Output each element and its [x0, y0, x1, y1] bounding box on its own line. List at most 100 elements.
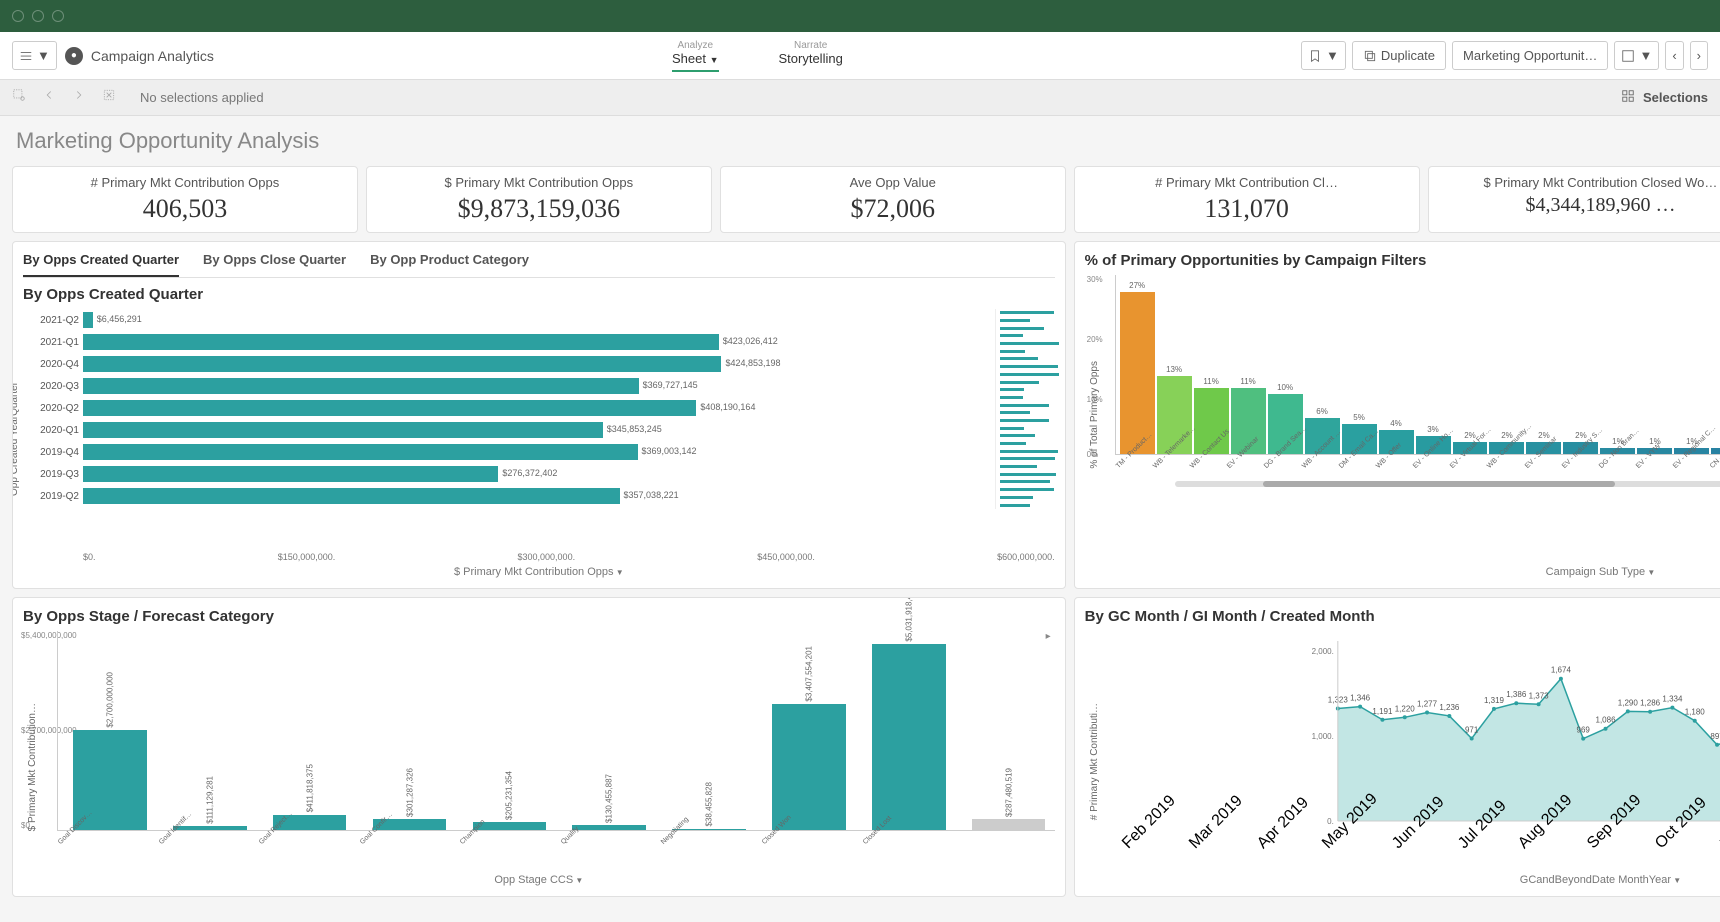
- selections-button[interactable]: Selections: [1643, 90, 1708, 105]
- sheet-icon-button[interactable]: ▼: [1614, 41, 1659, 70]
- selections-back-icon[interactable]: [42, 88, 62, 108]
- kpi-label: Ave Opp Value: [733, 175, 1053, 190]
- window-close-dot[interactable]: [12, 10, 24, 22]
- chart-tab[interactable]: By Opp Product Category: [370, 252, 529, 277]
- vbar-category: EV - Seminar: [1524, 457, 1541, 474]
- stage-bar[interactable]: $5,031,918,454: [872, 644, 945, 830]
- stage-value: $411,818,375: [303, 762, 316, 814]
- next-button[interactable]: ›: [1690, 41, 1708, 70]
- smart-search-icon[interactable]: [12, 88, 32, 108]
- tab-storytelling[interactable]: Narrate Storytelling: [779, 40, 843, 72]
- page-title: Marketing Opportunity Analysis: [0, 116, 1720, 166]
- prev-button[interactable]: ‹: [1665, 41, 1683, 70]
- vbar-value: 6%: [1316, 407, 1328, 416]
- window-max-dot[interactable]: [52, 10, 64, 22]
- chart-by-opps-created-quarter[interactable]: By Opps Created Quarter By Opps Close Qua…: [12, 241, 1066, 589]
- chart2-xlabel[interactable]: Campaign Sub Type: [1085, 562, 1720, 578]
- vbar-category: WB - Telemarke…: [1152, 457, 1169, 474]
- stage-bar[interactable]: $111,129,281: [173, 826, 246, 830]
- hbar[interactable]: [83, 444, 638, 460]
- svg-text:2,000.: 2,000.: [1311, 647, 1333, 656]
- tab-sheet[interactable]: Analyze Sheet ▼: [672, 40, 719, 72]
- chart-tab[interactable]: By Opps Close Quarter: [203, 252, 346, 277]
- chart1-title: By Opps Created Quarter: [23, 286, 1055, 303]
- svg-text:1,373: 1,373: [1528, 691, 1549, 700]
- hbar-category: 2021-Q1: [23, 337, 83, 348]
- vbar-value: 2%: [1575, 431, 1587, 440]
- kpi-card[interactable]: # Primary Mkt Contribution Opps406,503: [12, 166, 358, 233]
- vbar-category: EV - Online Ho…: [1412, 457, 1429, 474]
- hbar[interactable]: [83, 312, 93, 328]
- selections-text: No selections applied: [140, 90, 1621, 105]
- vbar-value: 2%: [1538, 431, 1550, 440]
- vbar[interactable]: [1120, 292, 1155, 454]
- chart-pct-campaign[interactable]: % of Primary Opportunities by Campaign F…: [1074, 241, 1720, 589]
- window-min-dot[interactable]: [32, 10, 44, 22]
- stage-bar[interactable]: $287,480,519: [972, 819, 1045, 830]
- vbar-category: EV - Regional C…: [1672, 457, 1689, 474]
- hbar-value: $423,026,412: [723, 336, 778, 346]
- hbar[interactable]: [83, 400, 696, 416]
- hbar[interactable]: [83, 334, 719, 350]
- hbar[interactable]: [83, 466, 498, 482]
- vbar-value: 5%: [1353, 413, 1365, 422]
- kpi-label: $ Primary Mkt Contribution Opps: [379, 175, 699, 190]
- chart-tab[interactable]: By Opps Created Quarter: [23, 252, 179, 277]
- bookmark-button[interactable]: ▼: [1301, 41, 1346, 70]
- svg-text:1,286: 1,286: [1640, 699, 1661, 708]
- chart4-xlabel[interactable]: GCandBeyondDate MonthYear: [1085, 870, 1720, 886]
- hbar-value: $369,003,142: [642, 446, 697, 456]
- stage-bar[interactable]: $38,455,828: [672, 829, 745, 830]
- chart4-ylabel: # Primary Mkt Contributi…: [1089, 703, 1100, 820]
- vbar-value: 4%: [1390, 419, 1402, 428]
- selections-bar: No selections applied Selections: [0, 80, 1720, 116]
- duplicate-button[interactable]: Duplicate: [1352, 41, 1446, 70]
- stage-value: $5,031,918,454: [902, 597, 915, 644]
- hbar[interactable]: [83, 356, 721, 372]
- chart1-xlabel[interactable]: $ Primary Mkt Contribution Opps: [23, 562, 1055, 578]
- clear-selections-icon[interactable]: [102, 88, 122, 108]
- stage-bar[interactable]: $3,407,554,201: [772, 704, 845, 830]
- hbar-category: 2020-Q2: [23, 403, 83, 414]
- stage-bar[interactable]: $130,455,887: [572, 825, 645, 830]
- selections-tool-icon[interactable]: [1621, 89, 1635, 106]
- hbar[interactable]: [83, 378, 639, 394]
- kpi-card[interactable]: $ Primary Mkt Contribution Opps$9,873,15…: [366, 166, 712, 233]
- svg-text:971: 971: [1465, 725, 1479, 734]
- kpi-card[interactable]: $ Primary Mkt Contribution Closed Wo…$4,…: [1428, 166, 1720, 233]
- hbar-value: $276,372,402: [502, 468, 557, 478]
- hbar-category: 2020-Q1: [23, 425, 83, 436]
- vbar-category: EV - Webinar: [1226, 457, 1243, 474]
- chart-by-month[interactable]: By GC Month / GI Month / Created Month ▸…: [1074, 597, 1720, 897]
- vbar-category: WB - Contact Us: [1189, 457, 1206, 474]
- hbar-value: $424,853,198: [725, 358, 780, 368]
- vbar-category: WB - Offer: [1375, 457, 1392, 474]
- kpi-card[interactable]: Ave Opp Value$72,006: [720, 166, 1066, 233]
- kpi-card[interactable]: # Primary Mkt Contribution Cl…131,070: [1074, 166, 1420, 233]
- svg-text:1,346: 1,346: [1350, 694, 1371, 703]
- svg-text:1,674: 1,674: [1551, 666, 1572, 675]
- kpi-row: # Primary Mkt Contribution Opps406,503$ …: [12, 166, 1720, 233]
- stage-category: Goal Reject…: [258, 833, 275, 850]
- chart-by-stage[interactable]: By Opps Stage / Forecast Category ▸ $ Pr…: [12, 597, 1066, 897]
- menu-button[interactable]: ▼: [12, 41, 57, 70]
- stage-category: Champion: [459, 833, 476, 850]
- svg-text:1,290: 1,290: [1617, 698, 1638, 707]
- hbar[interactable]: [83, 422, 603, 438]
- stage-value: $2,700,000,000: [103, 670, 116, 730]
- chart3-xlabel[interactable]: Opp Stage CCS: [23, 870, 1055, 886]
- app-icon: ●: [65, 47, 83, 65]
- hbar-category: 2019-Q4: [23, 447, 83, 458]
- hbar-value: $345,853,245: [607, 424, 662, 434]
- kpi-label: # Primary Mkt Contribution Opps: [25, 175, 345, 190]
- hbar-value: $6,456,291: [97, 314, 142, 324]
- chart2-scrollbar[interactable]: [1175, 481, 1720, 487]
- kpi-value: 131,070: [1087, 194, 1407, 224]
- stage-category: Goal Confir…: [359, 833, 376, 850]
- vbar[interactable]: [1711, 448, 1720, 454]
- stage-category: Closed Won: [761, 833, 778, 850]
- svg-text:1,000.: 1,000.: [1311, 732, 1333, 741]
- sheet-title-dropdown[interactable]: Marketing Opportunit…: [1452, 41, 1608, 70]
- selections-forward-icon[interactable]: [72, 88, 92, 108]
- hbar[interactable]: [83, 488, 620, 504]
